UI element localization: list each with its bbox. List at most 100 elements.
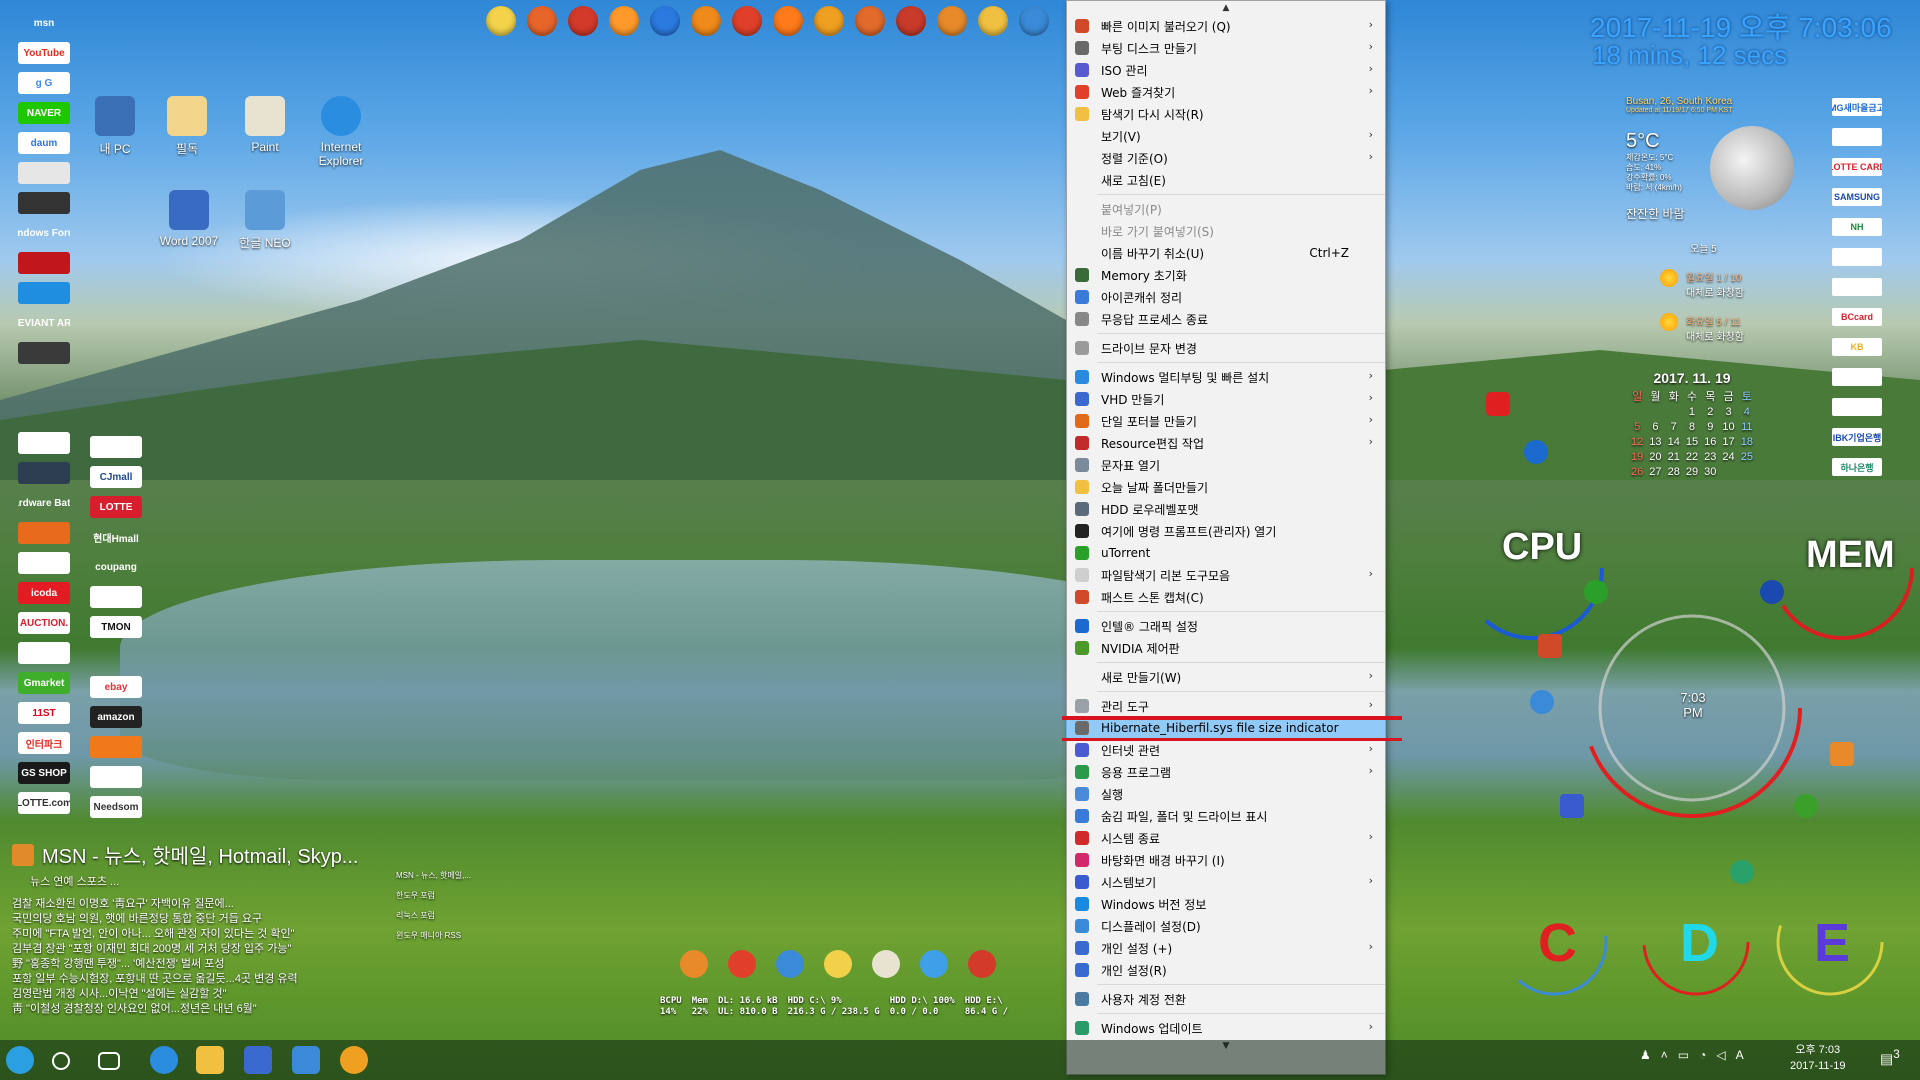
bank-link[interactable] — [1832, 278, 1882, 296]
calendar-day[interactable]: 29 — [1683, 464, 1701, 479]
context-menu-item[interactable]: 패스트 스톤 캡쳐(C) — [1067, 586, 1385, 608]
context-menu-item[interactable]: 문자표 열기 — [1067, 454, 1385, 476]
site-link[interactable]: msn — [18, 12, 70, 34]
calendar-day[interactable]: 19 — [1628, 449, 1646, 464]
bank-link[interactable]: 하나은행 — [1832, 458, 1882, 476]
app-icon[interactable] — [340, 1046, 368, 1074]
calendar-day[interactable]: 7 — [1665, 419, 1683, 434]
site-link[interactable] — [18, 432, 70, 454]
site-link[interactable] — [18, 402, 70, 424]
calendar-day[interactable]: 6 — [1646, 419, 1664, 434]
app-orb-icon[interactable] — [1486, 392, 1510, 416]
context-menu-item[interactable]: 디스플레이 설정(D) — [1067, 915, 1385, 937]
site-link[interactable]: coupang — [90, 556, 142, 578]
quicklaunch-app-icon[interactable] — [855, 6, 885, 36]
calendar-day[interactable]: 24 — [1719, 449, 1737, 464]
site-link[interactable] — [90, 766, 142, 788]
quicklaunch-app-icon[interactable] — [978, 6, 1008, 36]
quicklaunch-app-icon[interactable] — [937, 6, 967, 36]
context-menu-item[interactable]: 인텔® 그래픽 설정 — [1067, 615, 1385, 637]
site-link[interactable]: ebay — [90, 676, 142, 698]
msn-news-item[interactable]: 김영란법 개정 시사...이낙연 "설에는 실감할 것" — [12, 987, 392, 1002]
site-link[interactable]: YouTube — [18, 42, 70, 64]
quicklaunch-app-icon[interactable] — [691, 6, 721, 36]
task-view-icon[interactable] — [98, 1052, 120, 1070]
a-app-icon[interactable] — [1560, 794, 1584, 818]
bank-link[interactable]: IBK기업은행 — [1832, 428, 1882, 446]
msn-feed-item[interactable]: MSN - 뉴스, 핫메일,... — [396, 866, 471, 886]
calendar-day[interactable]: 30 — [1701, 464, 1719, 479]
dock-app-icon[interactable] — [824, 950, 852, 978]
msn-feed-item[interactable]: 리눅스 포럼 — [396, 906, 471, 926]
context-menu-item[interactable]: 시스템 종료 › — [1067, 827, 1385, 849]
quicklaunch-app-icon[interactable] — [1019, 6, 1049, 36]
calendar-day[interactable] — [1719, 464, 1737, 479]
quicklaunch-app-icon[interactable] — [732, 6, 762, 36]
calendar-day[interactable] — [1665, 404, 1683, 419]
quicklaunch-app-icon[interactable] — [527, 6, 557, 36]
calendar-day[interactable]: 3 — [1719, 404, 1737, 419]
site-link[interactable]: TMON — [90, 616, 142, 638]
context-menu-item[interactable]: Windows 멀티부팅 및 빠른 설치 › — [1067, 366, 1385, 388]
bank-link[interactable]: MG새마을금고 — [1832, 98, 1882, 116]
context-menu-item[interactable]: 실행 — [1067, 783, 1385, 805]
context-menu-item[interactable]: 개인 설정(R) — [1067, 959, 1385, 981]
context-menu-item[interactable]: HDD 로우레벨포맷 — [1067, 498, 1385, 520]
calendar-day[interactable] — [1628, 404, 1646, 419]
desktop-icon-internet-explorer[interactable]: Internet Explorer — [306, 96, 376, 168]
calendar-day[interactable] — [1738, 464, 1756, 479]
calendar-day[interactable]: 13 — [1646, 434, 1664, 449]
bank-link[interactable] — [1832, 398, 1882, 416]
desktop-icon-readme[interactable]: 필독 — [152, 96, 222, 157]
calendar-day[interactable]: 15 — [1683, 434, 1701, 449]
app-orb-icon[interactable] — [1830, 742, 1854, 766]
msn-news-item[interactable]: 국민의당 호남 의원, 햇에 바른정당 통합 중단 거듭 요구 — [12, 912, 392, 927]
site-link[interactable]: NAVER — [18, 102, 70, 124]
context-menu-item[interactable]: 붙여넣기(P) — [1067, 198, 1385, 220]
site-link[interactable]: 인터파크 — [18, 732, 70, 754]
site-link[interactable]: Windows Forum — [18, 222, 70, 244]
bank-link[interactable] — [1832, 368, 1882, 386]
excel-icon[interactable] — [1584, 580, 1608, 604]
calendar-day[interactable]: 11 — [1738, 419, 1756, 434]
context-menu-item[interactable]: 단일 포터블 만들기 › — [1067, 410, 1385, 432]
hangul-app-icon[interactable] — [1530, 690, 1554, 714]
msn-feed-item[interactable]: 윈도우 매니아 RSS — [396, 926, 471, 946]
powerpoint-icon[interactable] — [1538, 634, 1562, 658]
quicklaunch-app-icon[interactable] — [609, 6, 639, 36]
context-menu-item[interactable]: 파일탐색기 리본 도구모음 › — [1067, 564, 1385, 586]
context-menu-item[interactable]: 부팅 디스크 만들기 › — [1067, 37, 1385, 59]
app-orb-icon[interactable] — [1794, 794, 1818, 818]
calendar-day[interactable]: 1 — [1683, 404, 1701, 419]
context-menu-item[interactable]: NVIDIA 제어판 — [1067, 637, 1385, 659]
context-menu-item[interactable]: Resource편집 작업 › — [1067, 432, 1385, 454]
context-menu-item[interactable]: 보기(V) › — [1067, 125, 1385, 147]
calendar-day[interactable]: 2 — [1701, 404, 1719, 419]
app-orb-icon[interactable] — [1730, 860, 1754, 884]
calendar-day[interactable]: 20 — [1646, 449, 1664, 464]
start-button-icon[interactable] — [6, 1046, 34, 1074]
context-menu-item[interactable]: 아이콘캐쉬 정리 — [1067, 286, 1385, 308]
context-menu-item[interactable]: 새로 만들기(W) › — [1067, 666, 1385, 688]
site-link[interactable]: amazon — [90, 706, 142, 728]
bank-link[interactable]: BCcard — [1832, 308, 1882, 326]
msn-news-item[interactable]: 靑 "이철성 경찰청장 인사요인 없어...정년은 내년 6월" — [12, 1002, 392, 1017]
site-link[interactable]: icoda — [18, 582, 70, 604]
br-app-icon[interactable] — [1760, 580, 1784, 604]
calendar-day[interactable] — [1646, 404, 1664, 419]
quicklaunch-app-icon[interactable] — [650, 6, 680, 36]
calendar-day[interactable]: 25 — [1738, 449, 1756, 464]
context-menu-item[interactable]: 오늘 날짜 폴더만들기 — [1067, 476, 1385, 498]
calendar-day[interactable]: 26 — [1628, 464, 1646, 479]
calendar-day[interactable]: 12 — [1628, 434, 1646, 449]
context-menu-item[interactable]: 숨김 파일, 폴더 및 드라이브 표시 — [1067, 805, 1385, 827]
people-icon[interactable]: ♟ — [1640, 1048, 1651, 1062]
calendar-day[interactable]: 22 — [1683, 449, 1701, 464]
context-menu-item[interactable]: 응용 프로그램 › — [1067, 761, 1385, 783]
msn-news-item[interactable]: 주미에 "FTA 발언, 안이 아나... 오해 관정 자이 있다는 것 확인" — [12, 927, 392, 942]
battery-icon[interactable]: ▭ — [1678, 1048, 1689, 1062]
site-link[interactable]: AUCTION. — [18, 612, 70, 634]
site-link[interactable] — [90, 646, 142, 668]
bank-link[interactable]: LOTTE CARD — [1832, 158, 1882, 176]
context-menu-item[interactable]: 바로 가기 붙여넣기(S) — [1067, 220, 1385, 242]
